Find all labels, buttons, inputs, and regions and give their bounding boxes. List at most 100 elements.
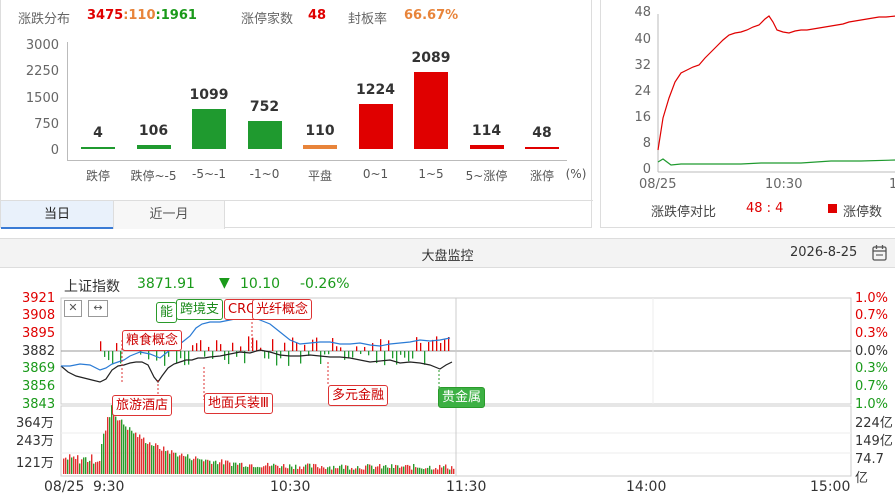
volume-bar bbox=[339, 465, 341, 474]
volume-bar bbox=[221, 459, 223, 474]
time-tick: 08/25 bbox=[44, 479, 85, 495]
volume-bar bbox=[145, 443, 147, 474]
breadth-bar bbox=[400, 351, 402, 355]
volume-bar bbox=[183, 455, 185, 474]
volume-bar bbox=[193, 458, 195, 474]
volume-bar bbox=[101, 444, 103, 474]
volume-bar bbox=[439, 464, 441, 474]
volume-bar bbox=[393, 467, 395, 474]
volume-bar bbox=[63, 458, 65, 474]
volume-bar bbox=[445, 464, 447, 474]
ratio-x-tick: 08/25 bbox=[639, 177, 677, 192]
unit-label: (%) bbox=[565, 167, 587, 181]
volume-bar bbox=[329, 466, 331, 474]
breadth-bar bbox=[180, 351, 182, 359]
volume-bar bbox=[449, 469, 451, 474]
event-label[interactable]: 贵金属 bbox=[438, 387, 486, 408]
tab-month[interactable]: 近一月 bbox=[113, 201, 225, 229]
volume-bar bbox=[69, 454, 71, 474]
volume-bar bbox=[75, 458, 77, 474]
breadth-bar bbox=[232, 342, 234, 351]
volume-bar bbox=[263, 466, 265, 474]
volume-bar bbox=[371, 465, 373, 474]
breadth-bar bbox=[248, 336, 250, 351]
breadth-bar bbox=[440, 343, 442, 351]
event-label[interactable]: 粮食概念 bbox=[122, 330, 183, 351]
volume-bar bbox=[93, 463, 95, 474]
event-label[interactable]: 跨境支 bbox=[176, 299, 224, 320]
breadth-bar bbox=[336, 346, 338, 351]
volume-bar bbox=[365, 465, 367, 474]
bar-value-label: 752 bbox=[249, 99, 280, 116]
dist-ratio: 3475:110:1961 bbox=[87, 8, 197, 23]
category-label: 5~涨停 bbox=[465, 169, 508, 183]
breadth-bar bbox=[228, 351, 230, 365]
breadth-bar bbox=[420, 342, 422, 351]
breadth-bar bbox=[432, 339, 434, 351]
volume-bar bbox=[143, 437, 145, 474]
distribution-bar bbox=[414, 72, 448, 149]
volume-bar bbox=[213, 461, 215, 474]
breadth-bar bbox=[348, 351, 350, 359]
event-label[interactable]: 地面兵装Ⅲ bbox=[204, 393, 273, 414]
event-label[interactable]: 光纤概念 bbox=[252, 299, 313, 320]
volume-bar bbox=[165, 451, 167, 474]
volume-bar bbox=[435, 467, 437, 474]
dist-label: 涨跌分布 bbox=[18, 12, 71, 27]
volume-bar bbox=[303, 466, 305, 474]
volume-bar bbox=[111, 405, 113, 474]
volume-bar bbox=[351, 467, 353, 474]
volume-bar bbox=[451, 466, 453, 474]
breadth-bar bbox=[424, 351, 426, 365]
expand-icon[interactable]: ↔ bbox=[88, 300, 108, 317]
breadth-bar bbox=[100, 341, 102, 351]
breadth-bar bbox=[284, 342, 286, 351]
volume-bar bbox=[147, 443, 149, 474]
volume-bar bbox=[419, 467, 421, 474]
volume-bar bbox=[335, 468, 337, 474]
breadth-bar bbox=[380, 339, 382, 351]
tab-today[interactable]: 当日 bbox=[1, 201, 113, 229]
event-label[interactable]: 旅游酒店 bbox=[112, 395, 173, 416]
ratio-y-tick: 24 bbox=[634, 84, 651, 99]
volume-bar bbox=[311, 467, 313, 474]
bar-value-label: 2089 bbox=[411, 50, 451, 67]
bar-value-label: 1099 bbox=[189, 86, 229, 103]
volume-bar bbox=[401, 466, 403, 474]
volume-bar bbox=[307, 463, 309, 474]
volume-bar bbox=[103, 433, 105, 474]
breadth-bar bbox=[200, 340, 202, 351]
volume-bar bbox=[217, 464, 219, 474]
volume-bar bbox=[267, 462, 269, 474]
limit-up-value: 48 bbox=[308, 8, 327, 23]
breadth-bar bbox=[356, 346, 358, 351]
volume-bar bbox=[321, 466, 323, 474]
breadth-bar bbox=[184, 351, 186, 366]
volume-bar bbox=[433, 469, 435, 474]
volume-bar bbox=[245, 466, 247, 474]
calendar-icon[interactable] bbox=[872, 244, 887, 261]
breadth-bar bbox=[344, 351, 346, 360]
volume-bar bbox=[443, 466, 445, 474]
volume-bar bbox=[187, 454, 189, 474]
breadth-bar bbox=[304, 344, 306, 351]
distribution-bar bbox=[358, 104, 393, 149]
volume-bar bbox=[391, 464, 393, 474]
event-label[interactable]: 能 bbox=[156, 302, 178, 323]
breadth-bar bbox=[372, 343, 374, 351]
volume-bar bbox=[341, 464, 343, 474]
volume-bar bbox=[211, 463, 213, 474]
breadth-bar bbox=[112, 351, 114, 365]
breadth-bar bbox=[312, 339, 314, 351]
distribution-bar bbox=[136, 145, 171, 149]
volume-bar bbox=[215, 460, 217, 474]
event-label[interactable]: 多元金融 bbox=[328, 385, 389, 406]
volume-bar bbox=[301, 469, 303, 474]
limit-up-label: 涨停家数 bbox=[241, 12, 294, 27]
breadth-bar bbox=[276, 351, 278, 366]
close-icon[interactable]: ✕ bbox=[64, 300, 82, 317]
volume-bar bbox=[251, 464, 253, 474]
category-label: 跌停 bbox=[85, 169, 110, 183]
volume-bar bbox=[81, 459, 83, 474]
y-tick: 1500 bbox=[25, 91, 59, 106]
